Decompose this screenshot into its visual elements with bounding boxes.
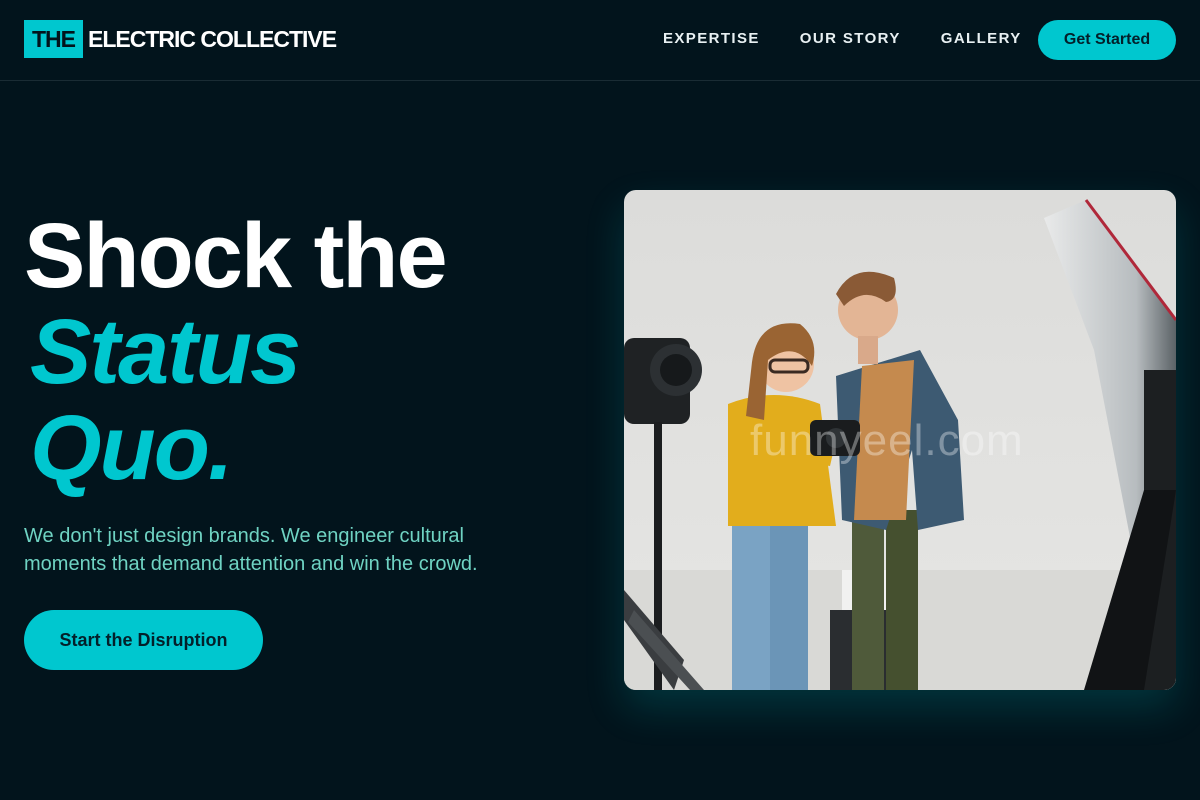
image-watermark: funnyeel.com	[750, 416, 1024, 465]
logo-wordmark: ELECTRIC COLLECTIVE	[88, 26, 337, 52]
main-nav: EXPERTISE OUR STORY GALLERY	[663, 27, 1022, 51]
hero-photo: funnyeel.com	[624, 190, 1176, 690]
nav-link-our-story[interactable]: OUR STORY	[800, 27, 901, 51]
start-disruption-button[interactable]: Start the Disruption	[24, 610, 263, 670]
headline-line-3: Quo.	[30, 397, 234, 499]
hero-headline: Shock the Status Quo.	[24, 208, 584, 496]
landing-page: THE ELECTRIC COLLECTIVE EXPERTISE OUR ST…	[0, 0, 1200, 800]
site-header: THE ELECTRIC COLLECTIVE EXPERTISE OUR ST…	[0, 0, 1200, 81]
nav-link-expertise[interactable]: EXPERTISE	[663, 27, 760, 51]
brand-logo[interactable]: THE ELECTRIC COLLECTIVE	[24, 20, 337, 58]
get-started-button[interactable]: Get Started	[1038, 20, 1176, 60]
headline-line-2: Status	[30, 301, 301, 403]
logo-mark: THE	[24, 20, 83, 58]
hero-tagline: We don't just design brands. We engineer…	[24, 525, 478, 575]
headline-line-1: Shock the	[24, 205, 448, 307]
nav-link-gallery[interactable]: GALLERY	[941, 27, 1022, 51]
